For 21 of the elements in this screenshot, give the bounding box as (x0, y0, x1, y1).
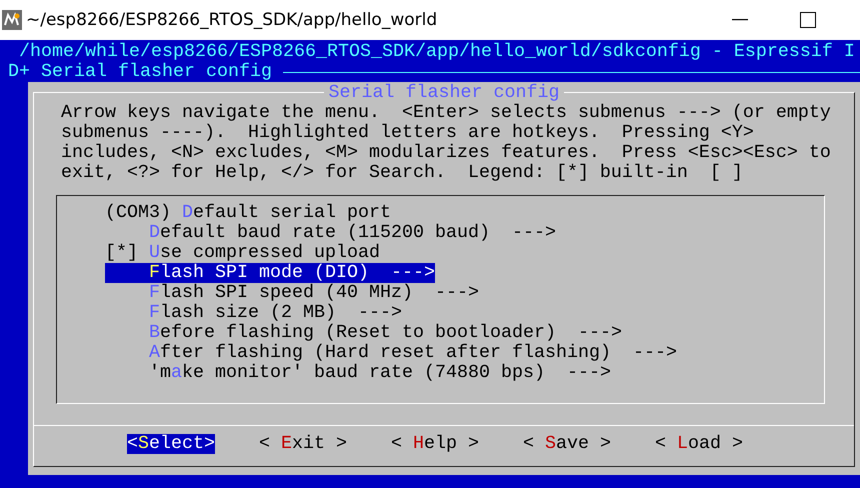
menu-item[interactable]: Flash SPI speed (40 MHz) ---> (105, 283, 479, 303)
dialog-button[interactable]: < Save > (523, 434, 611, 454)
config-path: /home/while/esp8266/ESP8266_RTOS_SDK/app/hello_world/sdkconfig - Espressif I (18, 42, 856, 62)
menu-item[interactable]: Flash SPI mode (DIO) ---> (105, 263, 435, 283)
help-text: Arrow keys navigate the menu. <Enter> selects submenus ---> (or empty submenus ----). Highlighted letters are hotkeys. Pressing <Y> includes, <N> excludes, <M> modularizes features. Press <Esc><Esc> to exit, <?> for Help, </> for Search. Legend: [*] built-in [ ] (60, 103, 832, 183)
maximize-icon[interactable] (800, 12, 816, 28)
dialog-button[interactable]: < Exit > (259, 434, 347, 454)
dialog-button[interactable]: <Select> (127, 434, 215, 454)
menu-item[interactable]: 'make monitor' baud rate (74880 bps) ---> (105, 363, 611, 383)
dialog-button[interactable]: < Help > (391, 434, 479, 454)
menu-item[interactable]: Default baud rate (115200 baud) ---> (105, 223, 556, 243)
window-title: ~/esp8266/ESP8266_RTOS_SDK/app/hello_world (26, 10, 438, 30)
menu-item[interactable]: [*] Use compressed upload (105, 243, 380, 263)
menu-item[interactable]: After flashing (Hard reset after flashing) ---> (105, 343, 677, 363)
menu-item[interactable]: (COM3) Default serial port (105, 203, 391, 223)
menu-item[interactable]: Before flashing (Reset to bootloader) ---> (105, 323, 622, 343)
dialog-title: Serial flasher config (324, 83, 564, 103)
breadcrumb: D+ Serial flasher config (8, 62, 272, 82)
minimize-icon[interactable] (732, 19, 748, 21)
dialog-button[interactable]: < Load > (655, 434, 743, 454)
menu-item[interactable]: Flash size (2 MB) ---> (105, 303, 402, 323)
